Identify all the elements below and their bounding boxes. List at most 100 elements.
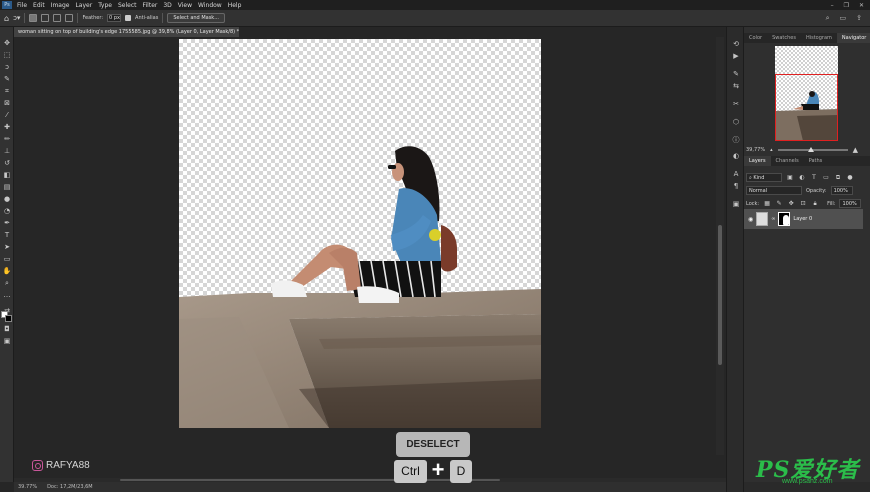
screen-mode-icon[interactable]: ▣ — [2, 337, 12, 346]
quick-select-tool-icon[interactable]: ✎ — [2, 75, 12, 84]
brush-settings-icon[interactable]: ✎ — [731, 69, 741, 79]
pen-tool-icon[interactable]: ✒ — [2, 219, 12, 228]
tab-paths[interactable]: Paths — [804, 156, 828, 166]
lock-transparent-icon[interactable]: ▦ — [763, 200, 771, 208]
3d-cube-icon[interactable]: ⬡ — [731, 117, 741, 127]
crop-tool-icon[interactable]: ⌗ — [2, 87, 12, 96]
filter-type-icon[interactable]: T — [810, 174, 818, 182]
paragraph-icon[interactable]: ¶ — [731, 181, 741, 191]
blend-mode-dropdown[interactable]: Normal — [746, 186, 802, 195]
slider-knob[interactable] — [807, 147, 814, 152]
layer-name[interactable]: Layer 0 — [793, 216, 812, 222]
blur-tool-icon[interactable]: ● — [2, 195, 12, 204]
brush-tool-icon[interactable]: ✏ — [2, 135, 12, 144]
tab-color[interactable]: Color — [744, 33, 767, 43]
layer-row[interactable]: ◉ ∞ Layer 0 — [744, 209, 863, 229]
workspace-icon[interactable]: ▭ — [840, 14, 847, 23]
menu-select[interactable]: Select — [115, 2, 140, 9]
background-color-swatch[interactable] — [5, 315, 12, 322]
share-icon[interactable]: ⇪ — [856, 14, 862, 23]
zoom-readout[interactable]: 39.77% — [18, 482, 37, 492]
filter-adjustment-icon[interactable]: ◐ — [798, 174, 806, 182]
lasso-tool-icon[interactable]: ↄ — [2, 63, 12, 72]
visibility-eye-icon[interactable]: ◉ — [748, 216, 753, 223]
opacity-input[interactable]: 100% — [830, 186, 853, 195]
close-button[interactable]: ✕ — [859, 2, 864, 9]
tab-swatches[interactable]: Swatches — [767, 33, 801, 43]
fill-input[interactable]: 100% — [839, 199, 862, 208]
shape-tool-icon[interactable]: ▭ — [2, 255, 12, 264]
tab-channels[interactable]: Channels — [771, 156, 804, 166]
lock-position-icon[interactable]: ✥ — [787, 200, 795, 208]
clone-stamp-tool-icon[interactable]: ⊥ — [2, 147, 12, 156]
document-tab[interactable]: woman sitting on top of building's edge … — [14, 27, 239, 37]
healing-brush-tool-icon[interactable]: ✚ — [2, 123, 12, 132]
menu-layer[interactable]: Layer — [72, 2, 95, 9]
restore-button[interactable]: ❐ — [844, 2, 849, 9]
zoom-tool-icon[interactable]: ⌕ — [2, 279, 12, 288]
eraser-tool-icon[interactable]: ◧ — [2, 171, 12, 180]
menu-window[interactable]: Window — [195, 2, 225, 9]
menu-view[interactable]: View — [175, 2, 195, 9]
intersect-selection-icon[interactable] — [65, 14, 74, 22]
filter-smart-icon[interactable]: ⧉ — [834, 174, 842, 182]
lock-all-icon[interactable]: 🔒︎ — [811, 200, 819, 208]
tab-layers[interactable]: Layers — [744, 156, 771, 166]
menu-edit[interactable]: Edit — [30, 2, 48, 9]
dodge-tool-icon[interactable]: ◔ — [2, 207, 12, 216]
subtract-selection-icon[interactable] — [53, 14, 62, 22]
antialias-checkbox[interactable] — [125, 15, 132, 21]
menu-type[interactable]: Type — [95, 2, 115, 9]
navigator-zoom-value[interactable]: 39,77% — [746, 145, 765, 155]
scrollbar-thumb[interactable] — [718, 225, 722, 365]
adjustments-icon[interactable]: ⇆ — [731, 81, 741, 91]
tools-icon[interactable]: ✂ — [731, 99, 741, 109]
tab-navigator[interactable]: Navigator — [836, 33, 870, 43]
hand-tool-icon[interactable]: ✋ — [2, 267, 12, 276]
play-action-icon[interactable]: ▶ — [731, 51, 741, 61]
document-canvas[interactable] — [179, 39, 541, 428]
lock-image-icon[interactable]: ✎ — [775, 200, 783, 208]
marquee-tool-icon[interactable]: ⬚ — [2, 51, 12, 60]
menu-file[interactable]: File — [14, 2, 30, 9]
lock-artboard-icon[interactable]: ⊡ — [799, 200, 807, 208]
zoom-out-icon[interactable]: ▴ — [770, 145, 773, 155]
home-icon[interactable]: ⌂ — [4, 14, 9, 23]
history-brush-tool-icon[interactable]: ↺ — [2, 159, 12, 168]
new-selection-icon[interactable] — [29, 14, 38, 22]
menu-3d[interactable]: 3D — [160, 2, 174, 9]
zoom-in-icon[interactable]: ▲ — [853, 145, 858, 155]
menu-image[interactable]: Image — [48, 2, 73, 9]
info-icon[interactable]: ⓘ — [731, 135, 741, 145]
lasso-preset-icon[interactable]: ↄ▾ — [13, 14, 20, 22]
character-icon[interactable]: A — [731, 169, 741, 179]
search-icon[interactable]: ⌕ — [826, 14, 830, 23]
path-select-tool-icon[interactable]: ➤ — [2, 243, 12, 252]
eyedropper-tool-icon[interactable]: ⁄ — [2, 111, 12, 120]
filter-kind-dropdown[interactable]: ⌕ Kind — [746, 173, 782, 182]
type-tool-icon[interactable]: T — [2, 231, 12, 240]
history-icon[interactable]: ⟲ — [731, 39, 741, 49]
menu-help[interactable]: Help — [225, 2, 245, 9]
navigator-view-box[interactable] — [775, 74, 838, 141]
menu-filter[interactable]: Filter — [140, 2, 161, 9]
minimize-button[interactable]: – — [831, 2, 834, 9]
filter-shape-icon[interactable]: ▭ — [822, 174, 830, 182]
move-tool-icon[interactable]: ✥ — [2, 39, 12, 48]
select-and-mask-button[interactable]: Select and Mask... — [167, 13, 225, 23]
filter-toggle-icon[interactable]: ● — [846, 174, 854, 182]
navigator-zoom-slider[interactable] — [777, 147, 848, 152]
libraries-icon[interactable]: ▣ — [731, 199, 741, 209]
layer-thumbnail[interactable] — [756, 212, 769, 226]
layer-mask-thumbnail[interactable] — [778, 212, 791, 226]
more-tools-icon[interactable]: … — [2, 291, 12, 300]
filter-pixel-icon[interactable]: ▣ — [786, 174, 794, 182]
add-selection-icon[interactable] — [41, 14, 50, 22]
color-wheel-icon[interactable]: ◐ — [731, 151, 741, 161]
frame-tool-icon[interactable]: ⊠ — [2, 99, 12, 108]
tab-histogram[interactable]: Histogram — [801, 33, 837, 43]
quick-mask-icon[interactable]: ◘ — [2, 325, 12, 334]
feather-input[interactable]: 0 px — [107, 14, 122, 22]
link-icon[interactable]: ∞ — [771, 216, 775, 222]
gradient-tool-icon[interactable]: ▤ — [2, 183, 12, 192]
